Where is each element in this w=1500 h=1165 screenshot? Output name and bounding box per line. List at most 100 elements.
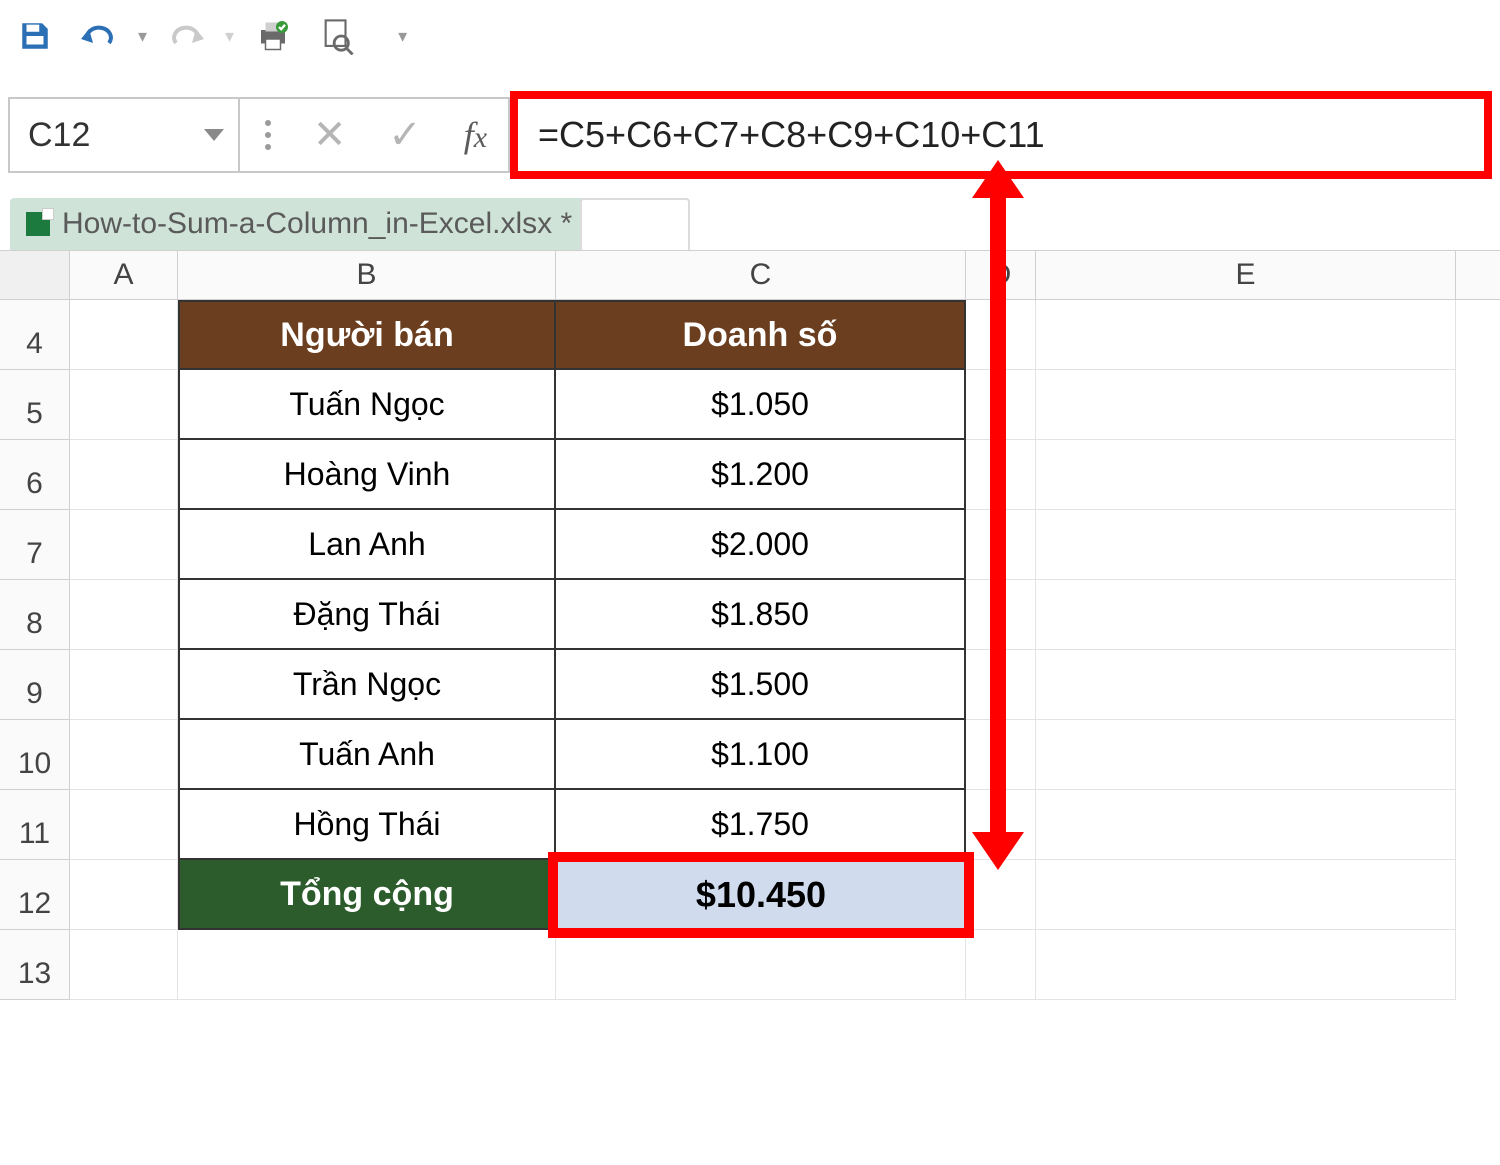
cell-A11[interactable] [70, 790, 178, 860]
row-header-6[interactable]: 6 [0, 440, 70, 510]
save-button[interactable] [12, 13, 58, 59]
row-header-10[interactable]: 10 [0, 720, 70, 790]
cell-B12[interactable]: Tổng cộng [178, 860, 556, 930]
cell-A9[interactable] [70, 650, 178, 720]
fx-icon[interactable]: fx [464, 114, 487, 156]
customize-qat-dropdown[interactable]: ▾ [398, 26, 407, 47]
workbook-name: How-to-Sum-a-Column_in-Excel.xlsx * [62, 207, 572, 241]
redo-icon [166, 21, 206, 51]
row-header-4[interactable]: 4 [0, 300, 70, 370]
cell-E5[interactable] [1036, 370, 1456, 440]
undo-button[interactable] [76, 13, 122, 59]
formula-bar-controls: ✕ ✓ fx [240, 97, 510, 173]
cell-C4[interactable]: Doanh số [556, 300, 966, 370]
cell-E8[interactable] [1036, 580, 1456, 650]
col-header-A[interactable]: A [70, 251, 178, 299]
name-box-dropdown-icon[interactable] [204, 129, 224, 141]
quick-print-icon [255, 18, 291, 54]
cell-A10[interactable] [70, 720, 178, 790]
name-box[interactable]: C12 [8, 97, 240, 173]
row-header-13[interactable]: 13 [0, 930, 70, 1000]
table-row: 7 Lan Anh $2.000 [0, 510, 1500, 580]
cell-C12-value: $10.450 [696, 874, 826, 916]
table-row: 13 [0, 930, 1500, 1000]
quick-access-toolbar: ▾ ▾ ▾ [12, 6, 405, 66]
table-row: 4 Người bán Doanh số [0, 300, 1500, 370]
cell-B10[interactable]: Tuấn Anh [178, 720, 556, 790]
row-header-8[interactable]: 8 [0, 580, 70, 650]
undo-dropdown[interactable]: ▾ [138, 26, 147, 47]
workbook-tab[interactable]: How-to-Sum-a-Column_in-Excel.xlsx * ✕ [10, 198, 624, 250]
table-row: 11 Hồng Thái $1.750 [0, 790, 1500, 860]
rows-area: 4 Người bán Doanh số 5 Tuấn Ngọc $1.050 … [0, 300, 1500, 1165]
cell-C11[interactable]: $1.750 [556, 790, 966, 860]
row-header-7[interactable]: 7 [0, 510, 70, 580]
table-row: 8 Đặng Thái $1.850 [0, 580, 1500, 650]
cell-B4[interactable]: Người bán [178, 300, 556, 370]
print-preview-button[interactable] [314, 13, 360, 59]
quick-print-button[interactable] [250, 13, 296, 59]
excel-file-icon [26, 212, 50, 236]
row-header-9[interactable]: 9 [0, 650, 70, 720]
cell-B9[interactable]: Trần Ngọc [178, 650, 556, 720]
undo-icon [79, 21, 119, 51]
cell-E4[interactable] [1036, 300, 1456, 370]
cell-E12[interactable] [1036, 860, 1456, 930]
column-headers: A B C D E [0, 250, 1500, 300]
table-row: 10 Tuấn Anh $1.100 [0, 720, 1500, 790]
spreadsheet-grid: A B C D E 4 Người bán Doanh số 5 Tuấn Ng… [0, 250, 1500, 1165]
cell-B13[interactable] [178, 930, 556, 1000]
cancel-icon[interactable]: ✕ [313, 112, 347, 158]
expand-handle-icon[interactable] [265, 120, 271, 150]
table-row: 5 Tuấn Ngọc $1.050 [0, 370, 1500, 440]
row-header-12[interactable]: 12 [0, 860, 70, 930]
cell-E7[interactable] [1036, 510, 1456, 580]
col-header-C[interactable]: C [556, 251, 966, 299]
cell-C8[interactable]: $1.850 [556, 580, 966, 650]
table-row: 6 Hoàng Vinh $1.200 [0, 440, 1500, 510]
cell-B5[interactable]: Tuấn Ngọc [178, 370, 556, 440]
table-row: 12 Tổng cộng $10.450 [0, 860, 1500, 930]
cell-E10[interactable] [1036, 720, 1456, 790]
cell-A7[interactable] [70, 510, 178, 580]
cell-A6[interactable] [70, 440, 178, 510]
cell-C5[interactable]: $1.050 [556, 370, 966, 440]
table-row: 9 Trần Ngọc $1.500 [0, 650, 1500, 720]
cell-E6[interactable] [1036, 440, 1456, 510]
save-icon [18, 19, 52, 53]
cell-A12[interactable] [70, 860, 178, 930]
cell-C9[interactable]: $1.500 [556, 650, 966, 720]
row-header-11[interactable]: 11 [0, 790, 70, 860]
cell-A4[interactable] [70, 300, 178, 370]
formula-bar-row: C12 ✕ ✓ fx =C5+C6+C7+C8+C9+C10+C11 [8, 96, 1492, 174]
select-all-corner[interactable] [0, 251, 70, 299]
cell-B6[interactable]: Hoàng Vinh [178, 440, 556, 510]
cell-C10[interactable]: $1.100 [556, 720, 966, 790]
cell-C6[interactable]: $1.200 [556, 440, 966, 510]
cell-D13[interactable] [966, 930, 1036, 1000]
col-header-E[interactable]: E [1036, 251, 1456, 299]
print-preview-icon [320, 17, 354, 55]
cell-A5[interactable] [70, 370, 178, 440]
cell-A13[interactable] [70, 930, 178, 1000]
cell-C7[interactable]: $2.000 [556, 510, 966, 580]
cell-E9[interactable] [1036, 650, 1456, 720]
enter-icon[interactable]: ✓ [388, 112, 422, 158]
redo-dropdown[interactable]: ▾ [225, 26, 234, 47]
new-workbook-tab[interactable] [580, 198, 690, 250]
col-header-B[interactable]: B [178, 251, 556, 299]
cell-B8[interactable]: Đặng Thái [178, 580, 556, 650]
cell-B7[interactable]: Lan Anh [178, 510, 556, 580]
cell-D12[interactable] [966, 860, 1036, 930]
cell-C13[interactable] [556, 930, 966, 1000]
cell-E13[interactable] [1036, 930, 1456, 1000]
cell-E11[interactable] [1036, 790, 1456, 860]
cell-A8[interactable] [70, 580, 178, 650]
redo-button[interactable] [163, 13, 209, 59]
cell-C12[interactable]: $10.450 [556, 860, 966, 930]
formula-text: =C5+C6+C7+C8+C9+C10+C11 [538, 114, 1045, 156]
cell-B11[interactable]: Hồng Thái [178, 790, 556, 860]
annotation-arrow-icon [990, 190, 1006, 840]
row-header-5[interactable]: 5 [0, 370, 70, 440]
name-box-value: C12 [28, 116, 90, 155]
